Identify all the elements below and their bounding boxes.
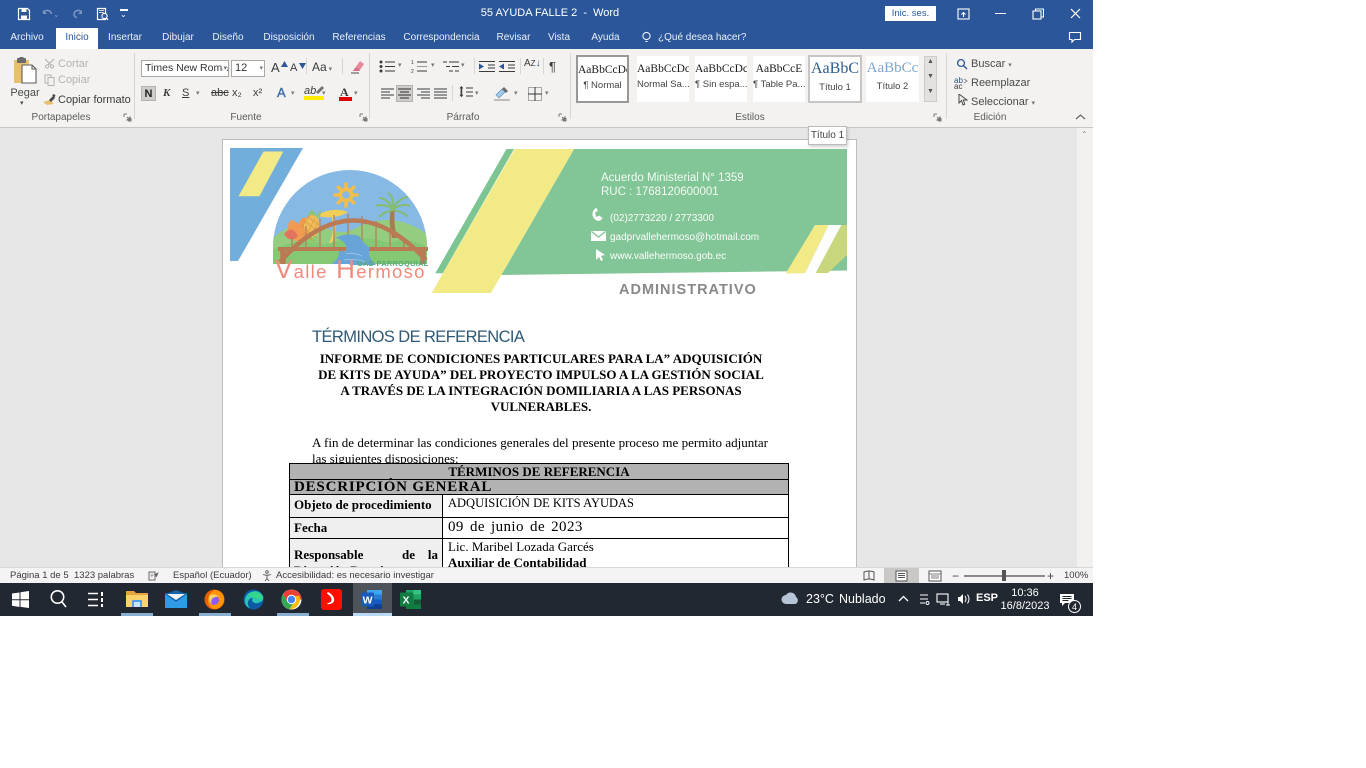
svg-text:ADMINISTRATIVO: ADMINISTRATIVO: [619, 282, 757, 298]
svg-text:www.vallehermoso.gob.ec: www.vallehermoso.gob.ec: [609, 251, 726, 262]
svg-text:gadprvallehermoso@hotmail.com: gadprvallehermoso@hotmail.com: [610, 232, 759, 243]
svg-text:1: 1: [411, 60, 414, 66]
svg-text:W: W: [363, 595, 373, 607]
svg-text:RUC : 1768120600001: RUC : 1768120600001: [601, 186, 719, 198]
svg-text:2: 2: [411, 69, 414, 73]
svg-text:ac: ac: [954, 82, 962, 89]
svg-text:X: X: [403, 595, 410, 607]
svg-text:Acuerdo Ministerial N° 1359: Acuerdo Ministerial N° 1359: [601, 172, 744, 184]
svg-text:(02)2773220 / 2773300: (02)2773220 / 2773300: [610, 213, 714, 224]
